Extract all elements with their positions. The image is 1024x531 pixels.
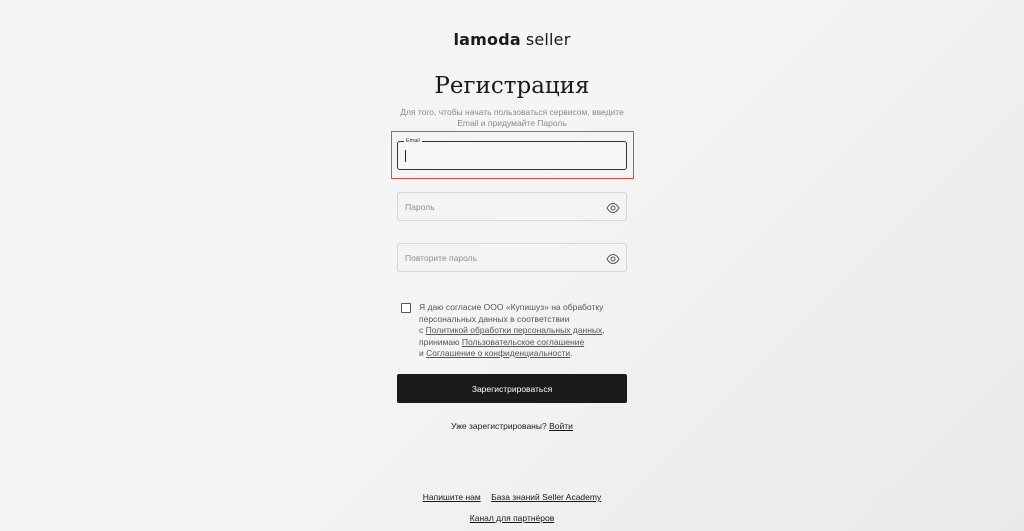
consent-checkbox[interactable]: [401, 303, 411, 313]
consent-text-part: ,: [602, 325, 605, 335]
page-subtitle: Для того, чтобы начать пользоваться серв…: [400, 107, 624, 128]
eye-icon[interactable]: [606, 252, 620, 265]
repeat-password-placeholder: Повторите пароль: [405, 253, 478, 263]
page-title: Регистрация: [434, 73, 590, 99]
consent-text-part: с: [419, 325, 426, 335]
consent-text: Я даю согласие ООО «Купишуз» на обработк…: [419, 302, 619, 360]
knowledge-base-link[interactable]: База знаний Seller Academy: [491, 492, 601, 502]
email-label: Email: [404, 137, 422, 145]
register-button[interactable]: Зарегистрироваться: [397, 374, 627, 403]
login-link[interactable]: Войти: [549, 421, 573, 431]
repeat-password-field[interactable]: Повторите пароль: [397, 243, 627, 272]
write-us-link[interactable]: Напишите нам: [423, 492, 481, 502]
footer-links-secondary: Канал для партнёров: [0, 513, 1024, 523]
login-question: Уже зарегистрированы?: [451, 421, 547, 431]
eye-icon[interactable]: [606, 201, 620, 214]
password-placeholder: Пароль: [405, 202, 435, 212]
partner-channel-link[interactable]: Канал для партнёров: [470, 513, 554, 523]
logo: lamoda seller: [0, 30, 1024, 50]
logo-suffix: seller: [525, 30, 571, 49]
consent-text-part: Я даю согласие ООО «Купишуз» на обработк…: [419, 302, 604, 324]
consent-text-part: принимаю: [419, 336, 462, 347]
email-field[interactable]: Email: [397, 137, 627, 170]
logo-brand: lamoda: [453, 30, 521, 49]
footer-links: Напишите нам База знаний Seller Academy: [0, 492, 1024, 502]
confidentiality-agreement-link[interactable]: Соглашение о конфиденциальности: [426, 348, 570, 358]
privacy-policy-link[interactable]: Политикой обработки персональных данных: [426, 325, 603, 335]
text-caret: [405, 150, 406, 162]
consent-text-part: .: [570, 348, 573, 358]
password-field[interactable]: Пароль: [397, 192, 627, 221]
login-prompt: Уже зарегистрированы? Войти: [0, 421, 1024, 431]
user-agreement-link[interactable]: Пользовательское соглашение: [462, 337, 584, 347]
